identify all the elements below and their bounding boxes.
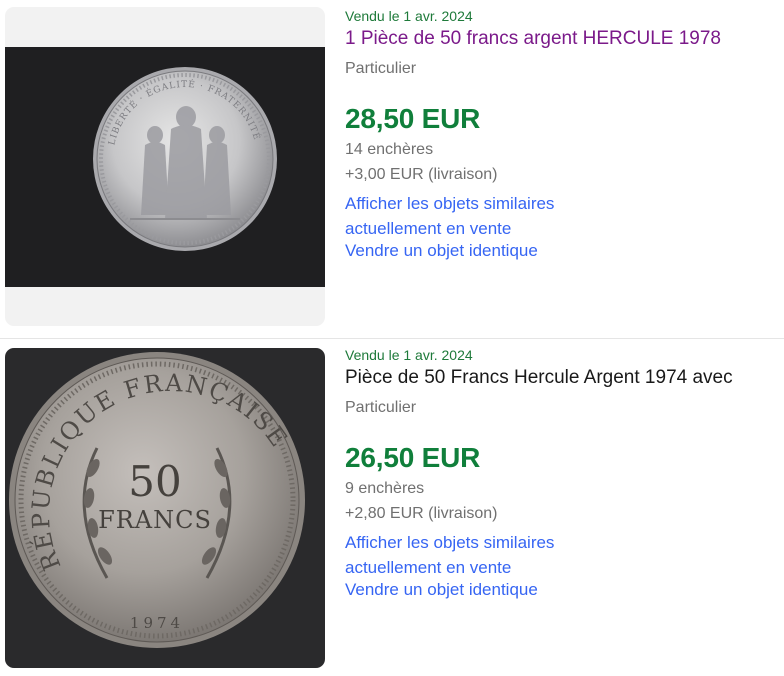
coin-hercule-photo: LIBERTÉ · ÉGALITÉ · FRATERNITÉ: [93, 67, 277, 251]
sell-similar-link[interactable]: Vendre un objet identique: [345, 241, 538, 261]
sold-price: 28,50 EUR: [345, 103, 481, 134]
similar-items-link[interactable]: Afficher les objets similaires actuellem…: [345, 530, 645, 580]
bid-count: 9 enchères: [345, 480, 425, 497]
listing-details: Vendu le 1 avr. 2024 Pièce de 50 Francs …: [345, 339, 784, 676]
photo-background: RÉPUBLIQUE FRANÇAISE 50 FRANCS 1974: [5, 348, 325, 668]
similar-items-link[interactable]: Afficher les objets similaires actuellem…: [345, 191, 645, 241]
photo-background: LIBERTÉ · ÉGALITÉ · FRATERNITÉ: [5, 47, 325, 287]
bid-count: 14 enchères: [345, 141, 434, 158]
listing-title-link[interactable]: Pièce de 50 Francs Hercule Argent 1974 a…: [345, 367, 733, 389]
coin-value: 50: [128, 457, 181, 506]
sell-similar-link[interactable]: Vendre un objet identique: [345, 580, 538, 600]
listing-image[interactable]: LIBERTÉ · ÉGALITÉ · FRATERNITÉ: [5, 7, 325, 326]
coin-50-francs-photo: RÉPUBLIQUE FRANÇAISE 50 FRANCS 1974: [9, 352, 305, 648]
listing-title-link[interactable]: 1 Pièce de 50 francs argent HERCULE 1978: [345, 28, 721, 50]
sold-price: 26,50 EUR: [345, 442, 481, 473]
listing-details: Vendu le 1 avr. 2024 1 Pièce de 50 franc…: [345, 0, 784, 338]
listing-card: LIBERTÉ · ÉGALITÉ · FRATERNITÉ Vendu le …: [0, 0, 784, 338]
seller-type: Particulier: [345, 399, 417, 416]
coin-year: 1974: [130, 614, 184, 632]
sold-date: Vendu le 1 avr. 2024: [345, 347, 473, 363]
seller-type: Particulier: [345, 60, 417, 77]
shipping-cost: +2,80 EUR (livraison): [345, 505, 498, 522]
listing-card: RÉPUBLIQUE FRANÇAISE 50 FRANCS 1974 Vend…: [0, 338, 784, 676]
coin-unit: FRANCS: [98, 506, 212, 534]
sold-date: Vendu le 1 avr. 2024: [345, 8, 473, 24]
listing-image[interactable]: RÉPUBLIQUE FRANÇAISE 50 FRANCS 1974: [5, 348, 325, 668]
shipping-cost: +3,00 EUR (livraison): [345, 166, 498, 183]
